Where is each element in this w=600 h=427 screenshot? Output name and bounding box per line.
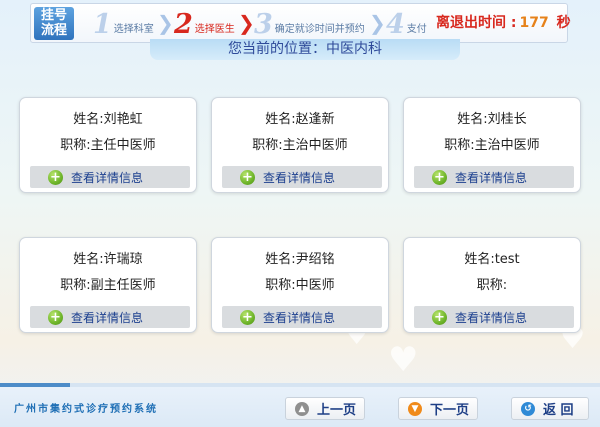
doctor-name: 姓名:尹绍铭 [265, 252, 335, 267]
doctor-card[interactable]: 姓名:刘桂长 职称:主治中医师 + 查看详情信息 [403, 97, 581, 193]
prev-page-label: 上一页 [317, 403, 357, 418]
arrow-down-icon: ▼ [408, 401, 422, 416]
view-details-label: 查看详情信息 [455, 310, 528, 325]
view-details-label: 查看详情信息 [71, 170, 144, 185]
flow-badge-line1: 挂号 [40, 8, 67, 23]
view-details-button[interactable]: + 查看详情信息 [30, 306, 190, 328]
back-arrow-icon: ↺ [521, 401, 535, 416]
view-details-button[interactable]: + 查看详情信息 [414, 306, 574, 328]
footer-bar: 广州市集约式诊疗预约系统 ▲ 上一页 ▼ 下一页 ↺ 返 回 [0, 387, 600, 427]
doctor-title: 职称:中医师 [265, 278, 335, 293]
plus-circle-icon: + [432, 309, 447, 325]
registration-flow-badge: 挂号 流程 [34, 7, 74, 40]
doctor-name: 姓名:刘桂长 [457, 112, 527, 127]
view-details-label: 查看详情信息 [263, 170, 336, 185]
view-details-label: 查看详情信息 [455, 170, 528, 185]
plus-circle-icon: + [240, 309, 255, 325]
doctor-title: 职称:主治中医师 [252, 138, 348, 153]
view-details-label: 查看详情信息 [263, 310, 336, 325]
doctor-card[interactable]: 姓名:刘艳虹 职称:主任中医师 + 查看详情信息 [19, 97, 197, 193]
registration-step-bar: 挂号 流程 1 选择科室 ❯ 2 选择医生 ❯ 3 确定就诊时间并预约 ❯ 4 … [30, 3, 571, 43]
step-2: 2 选择医生 [174, 8, 235, 40]
doctor-card[interactable]: 姓名:赵逢新 职称:主治中医师 + 查看详情信息 [211, 97, 389, 193]
chevron-right-icon: ❯ [369, 11, 386, 35]
back-button[interactable]: ↺ 返 回 [511, 397, 589, 420]
view-details-button[interactable]: + 查看详情信息 [414, 166, 574, 188]
countdown-value: 177 [519, 15, 549, 31]
view-details-label: 查看详情信息 [71, 310, 144, 325]
plus-circle-icon: + [48, 169, 63, 185]
next-page-label: 下一页 [430, 403, 470, 418]
step-number: 1 [93, 8, 112, 40]
step-3: 3 确定就诊时间并预约 [254, 8, 365, 40]
step-label: 确定就诊时间并预约 [274, 23, 365, 35]
view-details-button[interactable]: + 查看详情信息 [222, 306, 382, 328]
doctor-title: 职称:主任中医师 [60, 138, 156, 153]
exit-countdown: 离退出时间 :177 秒 [436, 12, 571, 32]
next-page-button[interactable]: ▼ 下一页 [398, 397, 478, 420]
plus-circle-icon: + [48, 309, 63, 325]
doctor-card[interactable]: 姓名:尹绍铭 职称:中医师 + 查看详情信息 [211, 237, 389, 333]
current-location: 您当前的位置：中医内科 [150, 39, 460, 60]
step-label: 选择医生 [194, 23, 235, 35]
step-label: 支付 [406, 23, 427, 35]
countdown-unit: 秒 [556, 15, 571, 31]
step-number: 2 [174, 8, 193, 40]
step-label: 选择科室 [113, 23, 154, 35]
doctor-title: 职称:主治中医师 [444, 138, 540, 153]
step-4: 4 支付 [386, 8, 427, 40]
plus-circle-icon: + [432, 169, 447, 185]
chevron-right-icon: ❯ [157, 11, 174, 35]
system-name: 广州市集约式诊疗预约系统 [14, 404, 158, 415]
doctor-name: 姓名:刘艳虹 [73, 112, 143, 127]
doctor-card[interactable]: 姓名:许瑞琼 职称:副主任医师 + 查看详情信息 [19, 237, 197, 333]
doctor-title: 职称:副主任医师 [60, 278, 156, 293]
doctor-title: 职称: [476, 278, 508, 293]
view-details-button[interactable]: + 查看详情信息 [30, 166, 190, 188]
doctor-name: 姓名:test [464, 252, 520, 267]
doctor-name: 姓名:赵逢新 [265, 112, 335, 127]
doctor-card[interactable]: 姓名:test 职称: + 查看详情信息 [403, 237, 581, 333]
step-number: 4 [386, 8, 405, 40]
heart-decoration-icon: ♥ [388, 340, 419, 380]
prev-page-button[interactable]: ▲ 上一页 [285, 397, 365, 420]
doctor-name: 姓名:许瑞琼 [73, 252, 143, 267]
chevron-right-icon: ❯ [238, 11, 255, 35]
step-number: 3 [254, 8, 273, 40]
plus-circle-icon: + [240, 169, 255, 185]
view-details-button[interactable]: + 查看详情信息 [222, 166, 382, 188]
step-1: 1 选择科室 [93, 8, 154, 40]
flow-badge-line2: 流程 [40, 23, 67, 38]
countdown-label: 离退出时间 : [436, 15, 517, 31]
back-label: 返 回 [543, 403, 574, 418]
arrow-up-icon: ▲ [295, 401, 309, 416]
